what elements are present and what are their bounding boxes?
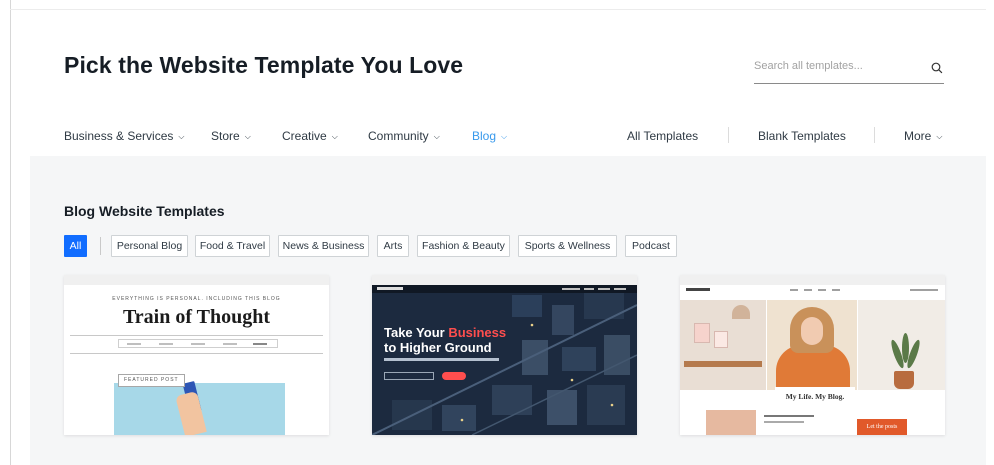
nav-link-all-templates[interactable]: All Templates: [627, 129, 698, 143]
plant-pot: [894, 371, 914, 389]
template-card-train-of-thought[interactable]: EVERYTHING IS PERSONAL. INCLUDING THIS B…: [64, 275, 329, 435]
nav-item-label: Blog: [472, 129, 497, 143]
chevron-down-icon: ⌵: [501, 132, 508, 141]
post-thumbnail: [706, 410, 756, 435]
template-card-higher-ground[interactable]: Take Your Business to Higher Ground: [372, 275, 637, 435]
search-input[interactable]: [754, 60, 914, 72]
chevron-down-icon: ⌵: [433, 132, 440, 141]
filter-chip-news-business[interactable]: News & Business: [278, 235, 369, 257]
preview-cta-button: [442, 372, 466, 380]
preview-menu-link: [818, 289, 826, 291]
nav-item-label: Creative: [282, 129, 327, 143]
search-box[interactable]: [754, 56, 944, 84]
template-preview-caption: My Life. My Blog.: [775, 387, 855, 407]
template-gallery: Blog Website Templates All Personal Blog…: [30, 156, 986, 465]
preview-menu-link: [159, 343, 173, 345]
template-card-my-life-blog[interactable]: My Life. My Blog. Let the posts: [680, 275, 945, 435]
preview-menu-link: [584, 288, 594, 290]
wall-frame-image: [694, 323, 710, 343]
search-icon[interactable]: [930, 61, 944, 75]
filter-chip-arts[interactable]: Arts: [377, 235, 409, 257]
filter-chip-fashion-beauty[interactable]: Fashion & Beauty: [417, 235, 510, 257]
featured-post-badge: FEATURED POST: [118, 374, 185, 387]
chevron-down-icon: ⌵: [244, 132, 251, 141]
nav-link-label: Blank Templates: [758, 129, 846, 143]
nav-link-more[interactable]: More ⌵: [904, 129, 942, 143]
filter-chip-all[interactable]: All: [64, 235, 87, 257]
preview-menu-bar: [118, 339, 278, 348]
filter-chip-sports-wellness[interactable]: Sports & Wellness: [518, 235, 617, 257]
chevron-down-icon: ⌵: [936, 132, 943, 141]
preview-menu-link: [614, 288, 626, 290]
preview-email-field: [384, 372, 434, 380]
filter-chip-podcast[interactable]: Podcast: [625, 235, 677, 257]
preview-menu-link: [790, 289, 798, 291]
preview-menu-link: [598, 288, 610, 290]
nav-item-blog[interactable]: Blog ⌵: [472, 129, 507, 143]
preview-logo: [377, 287, 403, 290]
template-tagline: EVERYTHING IS PERSONAL. INCLUDING THIS B…: [112, 296, 281, 302]
filter-chip-personal-blog[interactable]: Personal Blog: [111, 235, 188, 257]
preview-logo: [686, 288, 710, 291]
social-icons: [253, 343, 267, 345]
headline-highlight: Business: [448, 325, 507, 340]
card-browser-bar: [64, 275, 329, 285]
lamp-image: [732, 305, 750, 319]
nav-item-business-services[interactable]: Business & Services ⌵: [64, 129, 184, 143]
nav-divider: [728, 127, 729, 143]
nav-link-blank-templates[interactable]: Blank Templates: [758, 129, 846, 143]
preview-cta-button: Let the posts: [857, 419, 907, 435]
nav-item-community[interactable]: Community ⌵: [368, 129, 440, 143]
nav-item-label: Community: [368, 129, 429, 143]
preview-menu-link: [804, 289, 812, 291]
window-top-edge: [10, 9, 986, 10]
page-title: Pick the Website Template You Love: [64, 52, 464, 78]
category-nav: Business & Services ⌵ Store ⌵ Creative ⌵ Co…: [64, 116, 944, 156]
post-title-line: [764, 415, 814, 417]
preview-menu-link: [191, 343, 205, 345]
nav-divider: [874, 127, 875, 143]
card-browser-bar: [372, 275, 637, 285]
preview-menu-link: [127, 343, 141, 345]
headline-text: Take Your: [384, 325, 449, 340]
template-preview-title: Train of Thought: [122, 306, 271, 328]
filter-divider: [100, 237, 101, 255]
headline-text: to Higher Ground: [384, 340, 492, 355]
preview-menu-link: [832, 289, 840, 291]
nav-item-store[interactable]: Store ⌵: [211, 129, 251, 143]
nav-item-label: Store: [211, 129, 240, 143]
wall-frame-image: [714, 331, 728, 348]
chevron-down-icon: ⌵: [178, 132, 185, 141]
section-title: Blog Website Templates: [64, 203, 225, 219]
preview-menu-link: [223, 343, 237, 345]
card-browser-bar: [680, 275, 945, 285]
nav-item-creative[interactable]: Creative ⌵: [282, 129, 338, 143]
divider: [70, 335, 323, 336]
table-image: [684, 361, 762, 367]
template-preview-headline: Take Your Business to Higher Ground: [384, 325, 506, 355]
chevron-down-icon: ⌵: [331, 132, 338, 141]
nav-link-label: More: [904, 129, 932, 143]
post-excerpt-line: [764, 421, 804, 423]
divider: [70, 353, 323, 354]
filter-chip-food-travel[interactable]: Food & Travel: [195, 235, 270, 257]
window-left-edge: [10, 0, 11, 465]
portrait-face: [801, 317, 823, 345]
social-icons: [910, 289, 938, 291]
preview-subtitle: [384, 358, 499, 361]
preview-menu-link: [562, 288, 580, 290]
nav-link-label: All Templates: [627, 129, 699, 143]
nav-item-label: Business & Services: [64, 129, 174, 143]
